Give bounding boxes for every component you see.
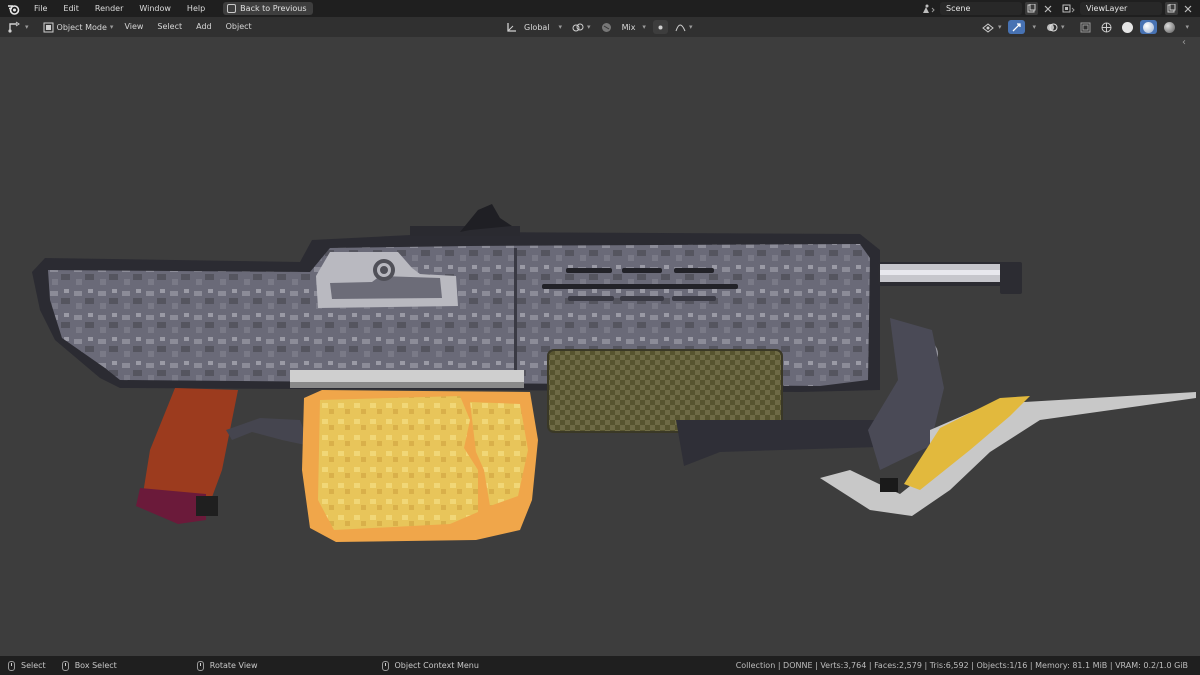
chevron-down-icon: ▾	[558, 23, 563, 31]
view-layer-name-field[interactable]: ViewLayer	[1080, 2, 1162, 15]
status-context-menu-label: Object Context Menu	[394, 661, 479, 670]
viewport-display-tools: ▾ ▾ ▾ ▾	[979, 17, 1192, 37]
scene-statistics: Collection | DONNE | Verts:3,764 | Faces…	[735, 661, 1188, 670]
3d-viewport[interactable]: ‹	[0, 37, 1200, 656]
transform-orientation-dropdown[interactable]: Global ▾	[503, 20, 565, 34]
status-rotate-view-label: Rotate View	[209, 661, 258, 670]
mouse-right-icon	[381, 660, 389, 671]
rendered-shading-icon	[1164, 21, 1176, 33]
shading-options-dropdown[interactable]: ▾	[1182, 20, 1192, 34]
remove-scene-icon[interactable]	[1041, 2, 1054, 15]
mouse-middle-icon	[196, 660, 204, 671]
viewport-sidebar-toggle-icon[interactable]: ‹	[1182, 37, 1194, 49]
viewport-header: ▾ Object Mode ▾ View Select Add Object G…	[0, 17, 1200, 37]
remove-view-layer-icon[interactable]	[1181, 2, 1194, 15]
status-context-menu: Object Context Menu	[381, 660, 479, 671]
blender-logo-icon[interactable]	[6, 2, 20, 16]
gizmo-icon	[1012, 22, 1022, 31]
view-layer-icon[interactable]	[1060, 2, 1078, 15]
status-rotate-view: Rotate View	[196, 660, 258, 671]
chevron-down-icon: ▾	[1185, 23, 1189, 31]
solid-shading-icon	[1122, 21, 1134, 33]
object-mode-icon	[43, 22, 54, 32]
menu-edit[interactable]: Edit	[55, 0, 87, 17]
gizmo-dropdown[interactable]: ▾	[1029, 20, 1039, 34]
status-box-select: Box Select	[61, 660, 117, 671]
back-to-previous-label: Back to Previous	[240, 4, 307, 13]
xray-icon	[1080, 22, 1091, 32]
editor-type-icon	[8, 21, 20, 33]
proportional-mode-label: Mix	[621, 22, 636, 32]
chevron-down-icon: ▾	[587, 23, 591, 31]
menu-window[interactable]: Window	[131, 0, 179, 17]
menu-file[interactable]: File	[26, 0, 55, 17]
shading-solid-button[interactable]	[1119, 20, 1136, 34]
view-object-types-icon	[982, 22, 994, 33]
falloff-curve-dropdown[interactable]: ▾	[672, 20, 696, 34]
status-select-label: Select	[21, 661, 46, 670]
top-menu-bar: File Edit Render Window Help Back to Pre…	[0, 0, 1200, 17]
menu-view[interactable]: View	[117, 17, 150, 37]
material-preview-icon	[1143, 21, 1155, 33]
snap-toggle[interactable]	[598, 20, 615, 34]
transform-orientation-label: Global	[524, 22, 550, 32]
chevron-down-icon: ▾	[109, 23, 114, 31]
scene-name-field[interactable]: Scene	[940, 2, 1022, 15]
menu-render[interactable]: Render	[87, 0, 131, 17]
scene-selector: Scene	[920, 2, 1054, 15]
menu-select[interactable]: Select	[150, 17, 189, 37]
pivot-point-dropdown[interactable]: ▾	[569, 20, 594, 34]
status-box-select-label: Box Select	[74, 661, 117, 670]
proportional-dot-icon	[658, 25, 663, 29]
menu-help[interactable]: Help	[179, 0, 213, 17]
pivot-link-icon	[572, 23, 584, 31]
proportional-falloff-dropdown[interactable]: Mix ▾	[619, 20, 649, 34]
chevron-down-icon: ▾	[642, 23, 646, 31]
shading-wireframe-button[interactable]	[1098, 20, 1115, 34]
falloff-curve-icon	[675, 24, 686, 32]
status-select: Select	[8, 660, 46, 671]
mouse-drag-icon	[61, 660, 69, 671]
proportional-edit-toggle[interactable]	[652, 20, 668, 34]
fullscreen-icon	[227, 4, 237, 13]
overlays-toggle[interactable]: ▾	[1043, 20, 1068, 34]
overlays-icon	[1046, 23, 1058, 31]
menu-add[interactable]: Add	[189, 17, 219, 37]
status-bar: Select Box Select Rotate View Object Con…	[0, 656, 1200, 675]
new-view-layer-icon[interactable]	[1165, 2, 1178, 15]
chevron-down-icon: ▾	[1032, 23, 1036, 31]
xray-toggle[interactable]	[1077, 20, 1094, 34]
back-to-previous-button[interactable]: Back to Previous	[223, 2, 313, 15]
gizmo-toggle[interactable]	[1008, 20, 1026, 34]
chevron-down-icon: ▾	[997, 23, 1002, 31]
magnet-icon	[601, 22, 611, 32]
menu-object[interactable]: Object	[219, 17, 259, 37]
orientation-axes-icon	[507, 22, 516, 32]
view-layer-selector: ViewLayer	[1060, 2, 1194, 15]
shading-material-button[interactable]	[1140, 20, 1158, 34]
visibility-dropdown[interactable]: ▾	[979, 20, 1005, 34]
object-mode-label: Object Mode	[56, 22, 107, 32]
mouse-left-icon	[8, 660, 15, 671]
top-right-controls: Scene ViewLayer	[920, 0, 1200, 17]
weapon-model[interactable]	[0, 37, 1200, 656]
transform-tools: Global ▾ ▾ Mix ▾ ▾	[503, 17, 695, 37]
shading-rendered-button[interactable]	[1161, 20, 1178, 34]
chevron-down-icon: ▾	[688, 23, 693, 31]
chevron-down-icon: ▾	[1060, 23, 1065, 31]
scene-icon[interactable]	[920, 2, 938, 15]
wireframe-shading-icon	[1101, 22, 1112, 32]
object-mode-dropdown[interactable]: Object Mode ▾	[39, 17, 118, 37]
chevron-down-icon: ▾	[25, 23, 29, 31]
new-scene-icon[interactable]	[1025, 2, 1038, 15]
editor-type-button[interactable]: ▾	[4, 17, 33, 37]
